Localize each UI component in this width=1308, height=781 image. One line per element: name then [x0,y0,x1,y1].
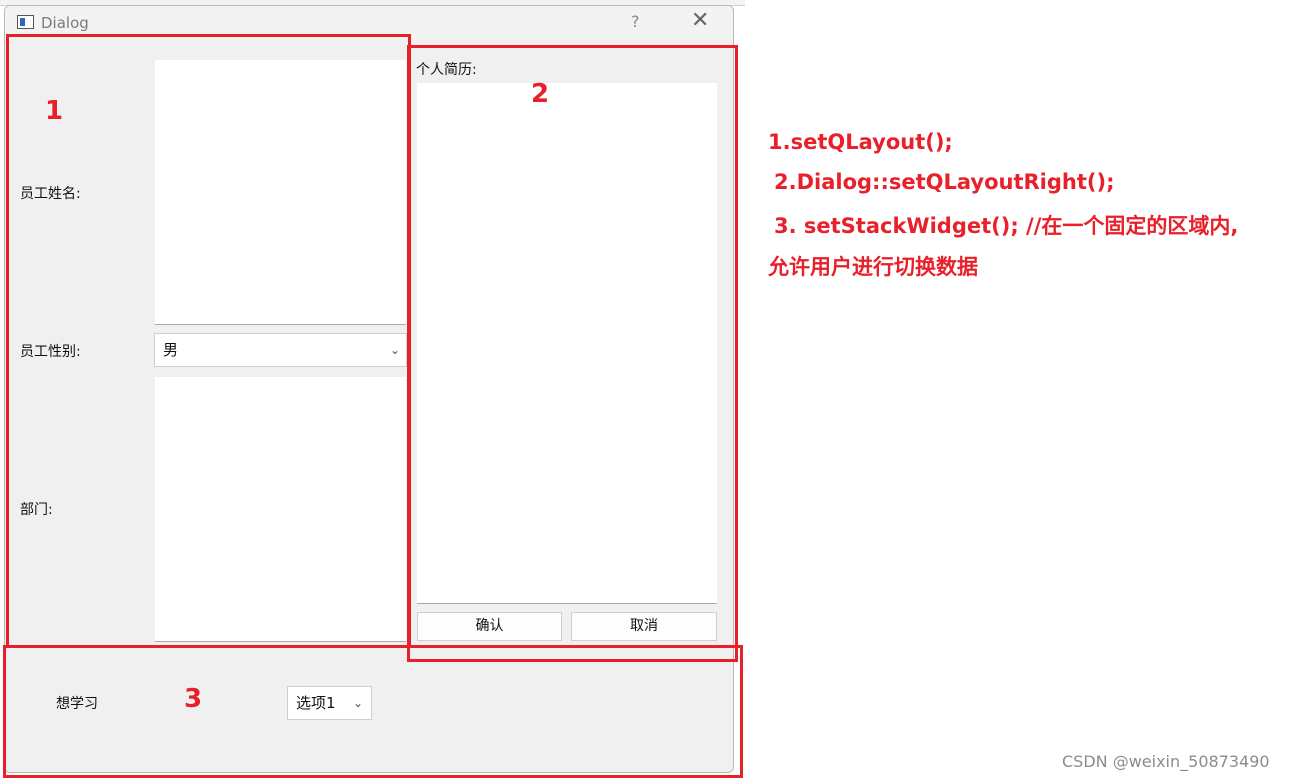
annotation-number-3: 3 [184,684,203,714]
annotation-box-1 [6,34,411,648]
window-title: Dialog [41,14,89,32]
annotation-line-4: 允许用户进行切换数据 [768,255,978,279]
close-icon[interactable]: ✕ [691,8,709,34]
annotation-line-2: 2.Dialog::setQLayoutRight(); [774,170,1115,194]
watermark: CSDN @weixin_50873490 [1062,752,1270,771]
help-icon[interactable]: ? [631,12,640,31]
annotation-line-3: 3. setStackWidget(); //在一个固定的区域内, [774,214,1239,238]
annotation-line-1: 1.setQLayout(); [768,130,953,154]
annotation-box-2 [407,45,738,662]
annotation-number-1: 1 [45,96,64,126]
annotation-number-2: 2 [531,79,550,109]
window-app-icon [17,15,34,29]
annotation-box-3 [3,645,743,778]
